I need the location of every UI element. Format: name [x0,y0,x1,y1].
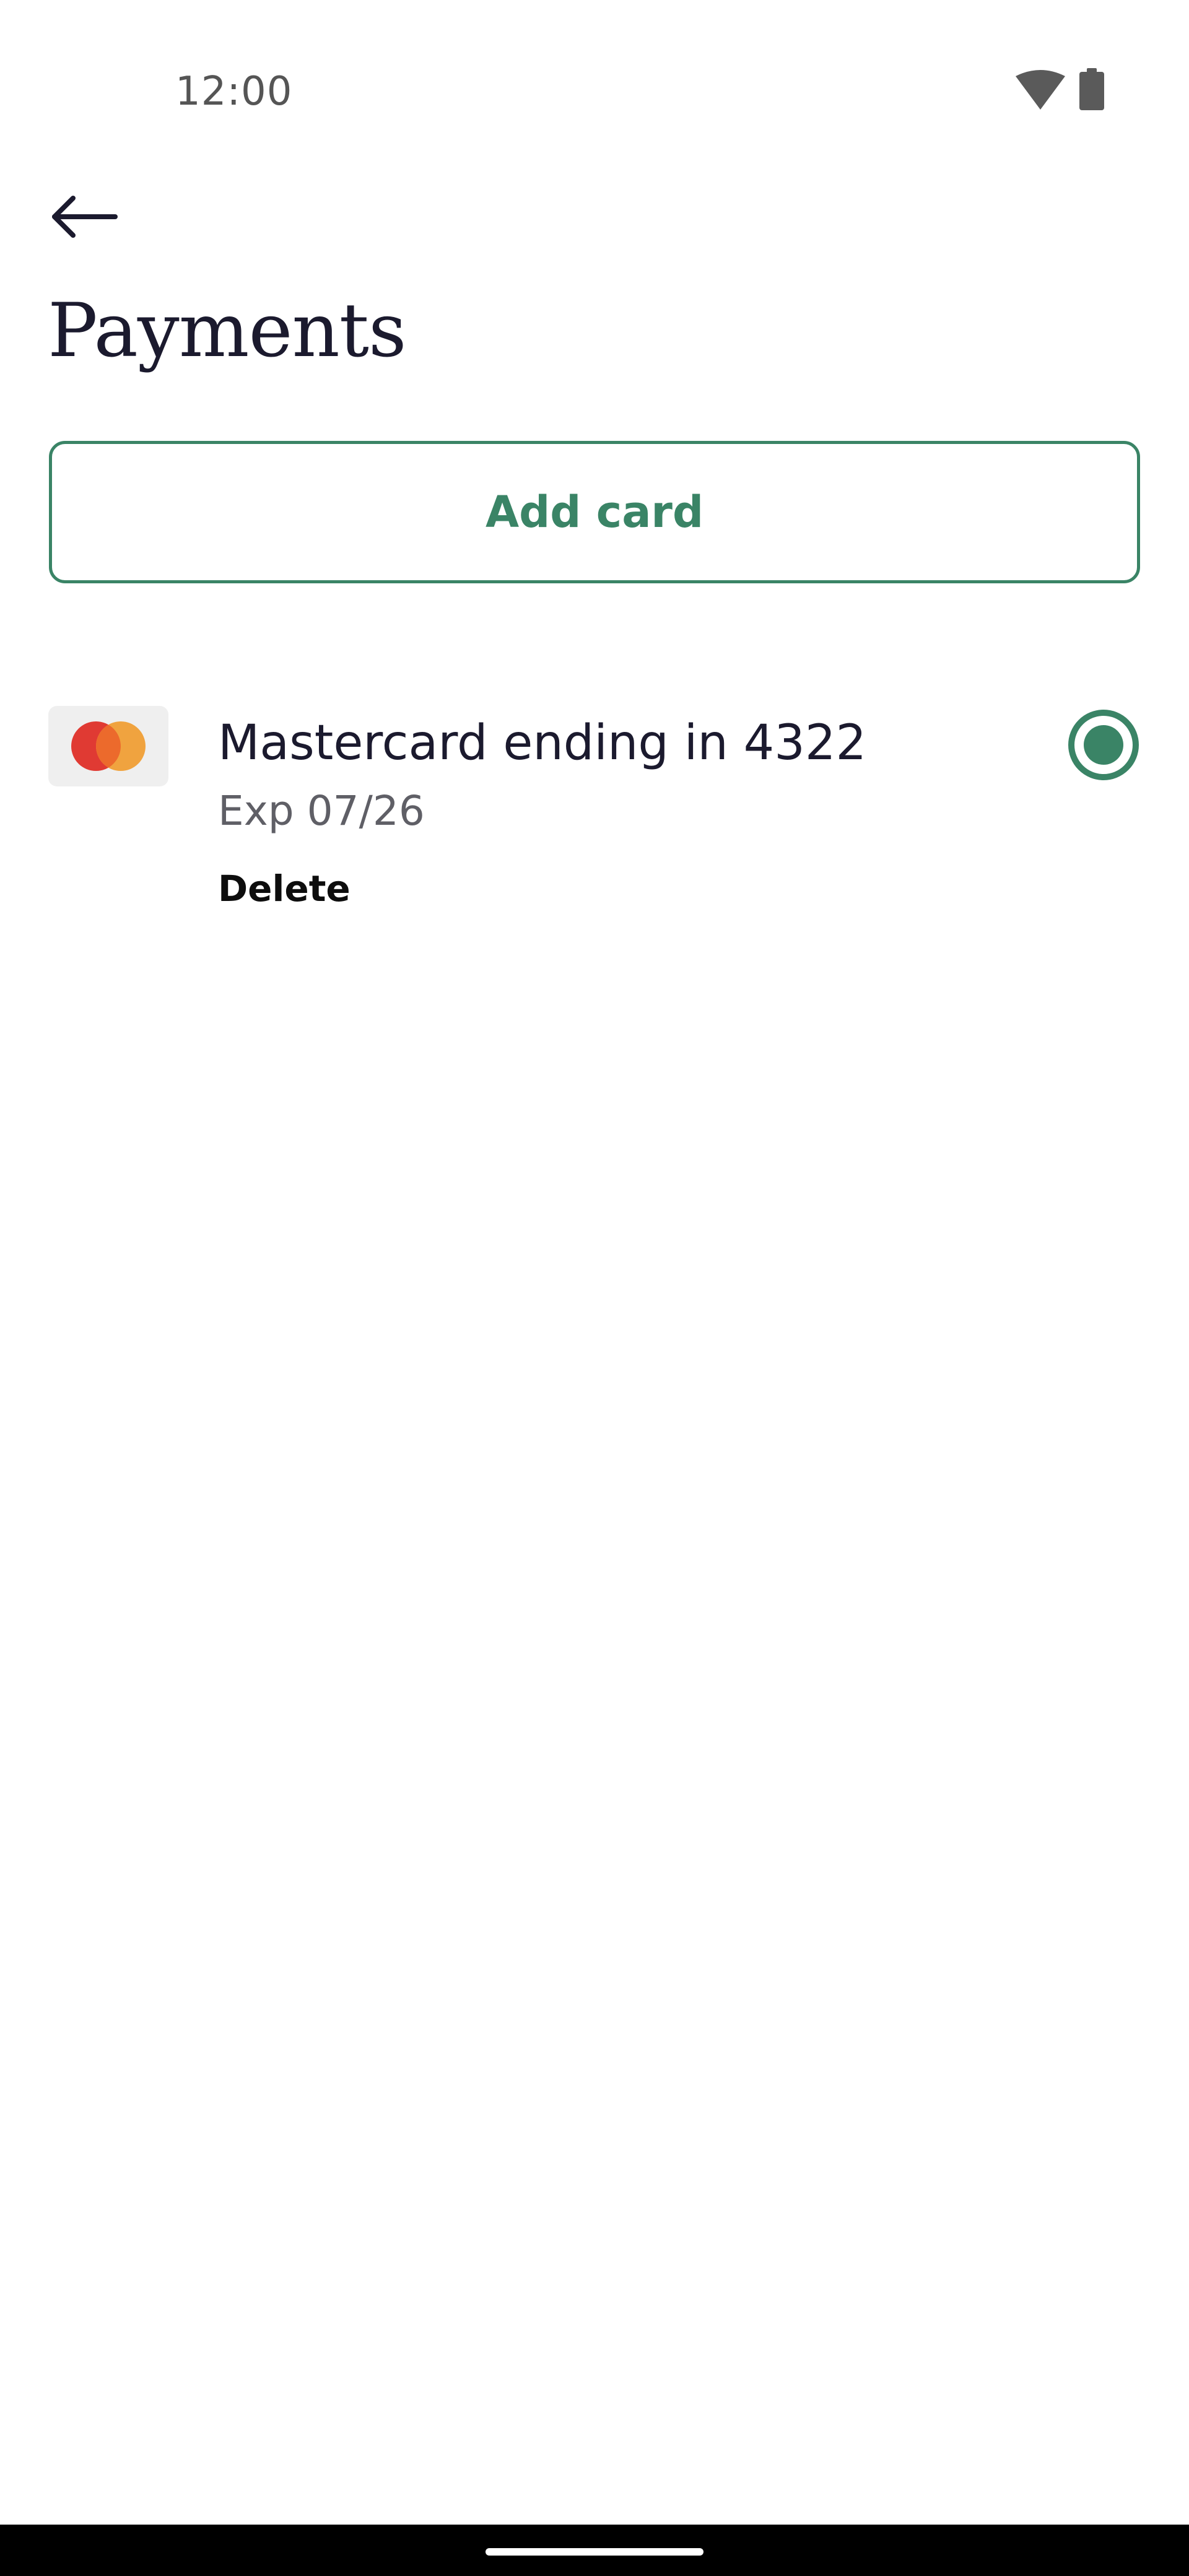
back-arrow-icon [52,196,118,238]
card-name: Mastercard ending in 4322 [218,715,867,771]
status-bar: 12:00 [0,0,1189,180]
wifi-icon [1016,70,1065,110]
delete-card-button[interactable]: Delete [218,864,351,913]
back-button[interactable] [37,180,130,254]
mastercard-icon [48,706,168,786]
add-card-label: Add card [485,487,704,537]
payment-card-item[interactable]: Mastercard ending in 4322 Exp 07/26 Dele… [0,694,1189,941]
navigation-bar [0,2525,1189,2576]
card-expiry: Exp 07/26 [218,787,425,835]
page-title: Payments [48,288,407,374]
card-selected-radio[interactable] [1065,707,1142,783]
status-time: 12:00 [175,69,293,115]
battery-icon [1079,68,1104,110]
add-card-button[interactable]: Add card [49,441,1140,583]
home-gesture-handle[interactable] [486,2548,703,2556]
